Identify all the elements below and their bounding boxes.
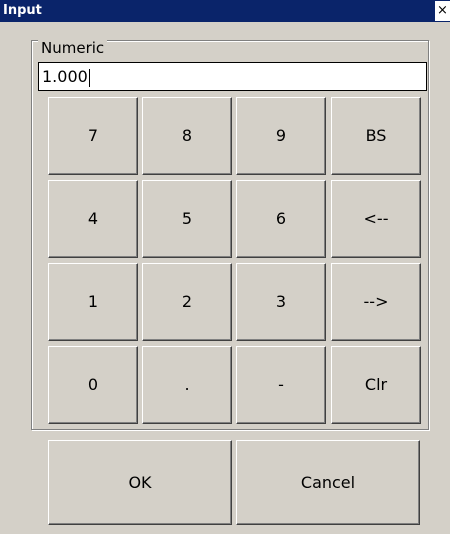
key-4[interactable]: 4 xyxy=(48,180,138,258)
key-backspace[interactable]: BS xyxy=(331,97,421,175)
key-5[interactable]: 5 xyxy=(142,180,232,258)
window-title: Input xyxy=(3,3,42,18)
key-6[interactable]: 6 xyxy=(236,180,326,258)
key-3[interactable]: 3 xyxy=(236,263,326,341)
key-7[interactable]: 7 xyxy=(48,97,138,175)
numeric-input[interactable]: 1.000 xyxy=(38,62,427,91)
group-label: Numeric xyxy=(38,39,108,57)
key-8[interactable]: 8 xyxy=(142,97,232,175)
key-clear[interactable]: Clr xyxy=(331,346,421,424)
key-minus[interactable]: - xyxy=(236,346,326,424)
key-left-arrow[interactable]: <-- xyxy=(331,180,421,258)
key-1[interactable]: 1 xyxy=(48,263,138,341)
input-dialog: Input × Numeric 1.000 7 8 9 BS 4 5 6 <--… xyxy=(0,0,450,534)
key-right-arrow[interactable]: --> xyxy=(331,263,421,341)
ok-button[interactable]: OK xyxy=(48,440,232,525)
key-9[interactable]: 9 xyxy=(236,97,326,175)
cancel-button[interactable]: Cancel xyxy=(236,440,420,525)
input-value: 1.000 xyxy=(42,67,88,86)
key-decimal[interactable]: . xyxy=(142,346,232,424)
title-bar[interactable]: Input × xyxy=(0,0,450,22)
text-caret xyxy=(88,68,90,87)
key-0[interactable]: 0 xyxy=(48,346,138,424)
key-2[interactable]: 2 xyxy=(142,263,232,341)
close-icon[interactable]: × xyxy=(435,1,450,21)
